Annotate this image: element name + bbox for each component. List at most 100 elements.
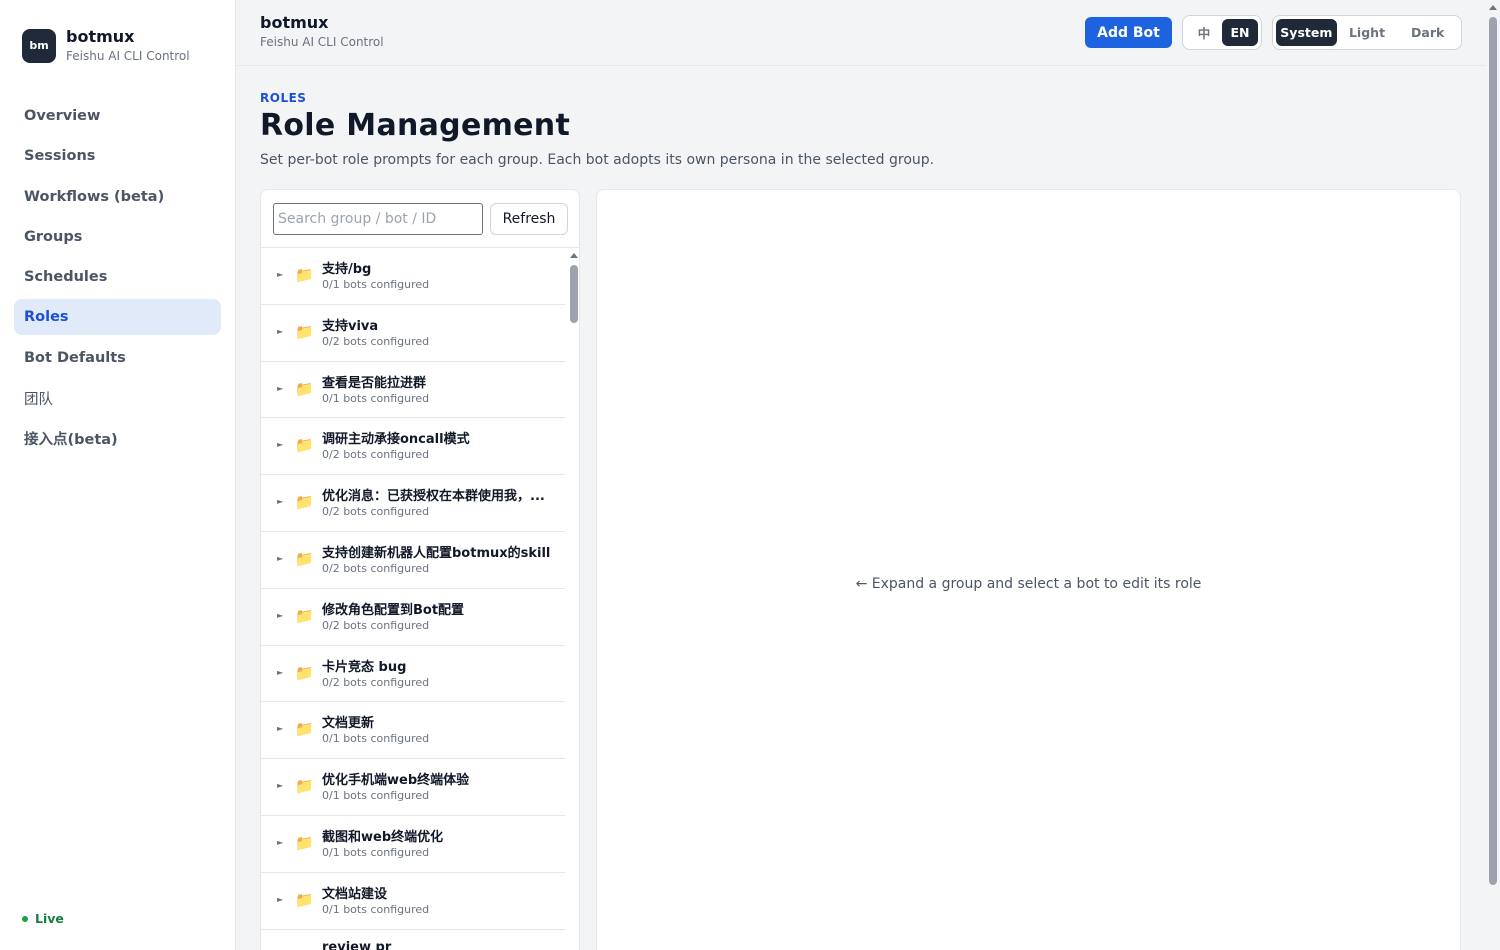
group-bot-count: 0/2 bots configured [322,448,430,462]
group-name: 支持viva [322,318,379,334]
nav-item-roles[interactable]: Roles [14,299,221,336]
group-name: 查看是否能拉进群 [322,375,427,391]
group-row[interactable]: ► 📁 文档更新 0/1 bots configured [261,702,565,760]
live-label: Live [35,911,64,926]
theme-option-system[interactable]: System [1276,19,1337,46]
window-scrollbar[interactable] [1486,0,1500,950]
caret-right-icon[interactable]: ► [277,554,283,563]
group-row[interactable]: ► 📁 卡片竞态 bug 0/2 bots configured [261,646,565,703]
live-dot-icon [22,915,28,922]
caret-right-icon[interactable]: ► [277,327,283,336]
group-row[interactable]: ► 📁 优化消息：已获授权在本群使用我，... 0/2 bots configured [261,475,565,532]
breadcrumb: ROLES [260,91,307,105]
topbar-subtitle: Feishu AI CLI Control [260,35,384,49]
group-name: 优化消息：已获授权在本群使用我，... [322,489,545,505]
group-row[interactable]: ► 📁 截图和web终端优化 0/1 bots configured [261,816,565,873]
sidebar-nav: Overview Sessions Workflows (beta) Group… [14,98,221,461]
folder-icon: 📁 [295,549,314,568]
brand-subtitle: Feishu AI CLI Control [66,49,190,63]
group-list-scrollbar[interactable] [565,248,579,950]
folder-icon: 📁 [295,720,314,739]
caret-right-icon[interactable]: ► [277,384,283,393]
brand-text: botmux Feishu AI CLI Control [66,27,190,64]
live-status: Live [22,911,64,926]
nav-item-sessions[interactable]: Sessions [14,138,221,174]
lang-option-zh[interactable]: 中 [1186,19,1222,46]
folder-icon: 📁 [295,663,314,682]
caret-right-icon[interactable]: ► [277,724,283,733]
caret-right-icon[interactable]: ► [277,895,283,904]
group-name: 支持创建新机器人配置botmux的skill [322,545,551,561]
group-row[interactable]: ► 📁 支持/bg 0/1 bots configured [261,248,565,305]
theme-option-light[interactable]: Light [1337,19,1398,46]
nav-item-overview[interactable]: Overview [14,98,221,134]
nav-item-access-points[interactable]: 接入点(beta) [14,420,221,456]
caret-right-icon[interactable]: ► [277,440,283,449]
group-row[interactable]: ► 📁 文档站建设 0/1 bots configured [261,873,565,930]
folder-icon: 📁 [295,493,314,512]
folder-icon: 📁 [295,606,314,625]
group-bot-count: 0/1 bots configured [322,845,430,859]
group-name: 修改角色配置到Bot配置 [322,602,465,618]
lang-option-en[interactable]: EN [1222,19,1258,46]
brand[interactable]: bm botmux Feishu AI CLI Control [22,27,190,64]
group-name: 调研主动承接oncall模式 [322,432,470,448]
group-row[interactable]: ► 📁 支持创建新机器人配置botmux的skill 0/2 bots configu… [261,532,565,589]
caret-right-icon[interactable]: ► [277,497,283,506]
group-list[interactable]: ► 📁 支持/bg 0/1 bots configured ► 📁 支持viva 0/2 bo… [261,248,565,950]
group-name: 截图和web终端优化 [322,829,444,845]
search-input[interactable] [273,203,483,235]
nav-item-workflows[interactable]: Workflows (beta) [14,179,221,215]
group-row[interactable]: ► 📁 支持viva 0/2 bots configured [261,305,565,362]
folder-icon: 📁 [295,322,314,341]
group-row[interactable]: ►📁review pr [261,930,565,950]
group-bot-count: 0/2 bots configured [322,561,430,575]
caret-right-icon[interactable]: ► [277,781,283,790]
folder-icon: 📁 [295,777,314,796]
refresh-button[interactable]: Refresh [490,203,568,235]
add-bot-button[interactable]: Add Bot [1085,17,1172,48]
folder-icon: 📁 [295,266,314,284]
folder-icon: 📁 [295,833,314,852]
folder-icon: 📁 [295,379,314,398]
group-bot-count: 0/1 bots configured [322,789,430,803]
app-root: bm botmux Feishu AI CLI Control Overview… [0,0,1500,950]
window-scroll-thumb[interactable] [1489,17,1497,885]
caret-right-icon[interactable]: ► [277,270,283,279]
group-row[interactable]: ► 📁 修改角色配置到Bot配置 0/2 bots configured [261,589,565,646]
theme-switcher: System Light Dark [1272,15,1462,50]
group-bot-count: 0/2 bots configured [322,334,430,348]
group-name: review pr [322,939,392,950]
theme-option-dark[interactable]: Dark [1397,19,1458,46]
group-name: 优化手机端web终端体验 [322,773,470,789]
page-title: Role Management [260,108,571,143]
group-bot-count: 0/1 bots configured [322,902,430,916]
nav-item-groups[interactable]: Groups [14,219,221,255]
caret-right-icon[interactable]: ► [277,838,283,847]
nav-item-bot-defaults[interactable]: Bot Defaults [14,340,221,376]
empty-state-message: ← Expand a group and select a bot to edi… [855,576,1202,592]
window-scroll-up-icon[interactable] [1489,5,1497,10]
scroll-thumb[interactable] [570,265,578,323]
nav-item-schedules[interactable]: Schedules [14,259,221,295]
group-row[interactable]: ► 📁 调研主动承接oncall模式 0/2 bots configured [261,418,565,476]
group-row[interactable]: ► 📁 优化手机端web终端体验 0/1 bots configured [261,759,565,816]
group-name: 支持/bg [322,262,372,277]
language-switcher: 中 EN [1182,15,1262,50]
role-detail-panel: ← Expand a group and select a bot to edi… [596,189,1461,950]
group-name: 文档站建设 [322,886,388,902]
group-row[interactable]: ► 📁 查看是否能拉进群 0/1 bots configured [261,362,565,419]
group-name: 文档更新 [322,716,375,732]
group-bot-count: 0/2 bots configured [322,505,430,519]
group-bot-count: 0/1 bots configured [322,732,430,746]
group-bot-count: 0/1 bots configured [322,278,430,291]
group-bot-count: 0/2 bots configured [322,675,430,689]
topbar: botmux Feishu AI CLI Control Add Bot 中 E… [236,0,1486,66]
nav-item-team[interactable]: 团队 [14,380,221,416]
sidebar: bm botmux Feishu AI CLI Control Overview… [0,0,236,950]
scroll-up-icon[interactable] [570,253,578,258]
caret-right-icon[interactable]: ► [277,668,283,677]
folder-icon: 📁 [295,436,314,455]
caret-right-icon[interactable]: ► [277,611,283,620]
page-description: Set per-bot role prompts for each group.… [260,152,935,168]
